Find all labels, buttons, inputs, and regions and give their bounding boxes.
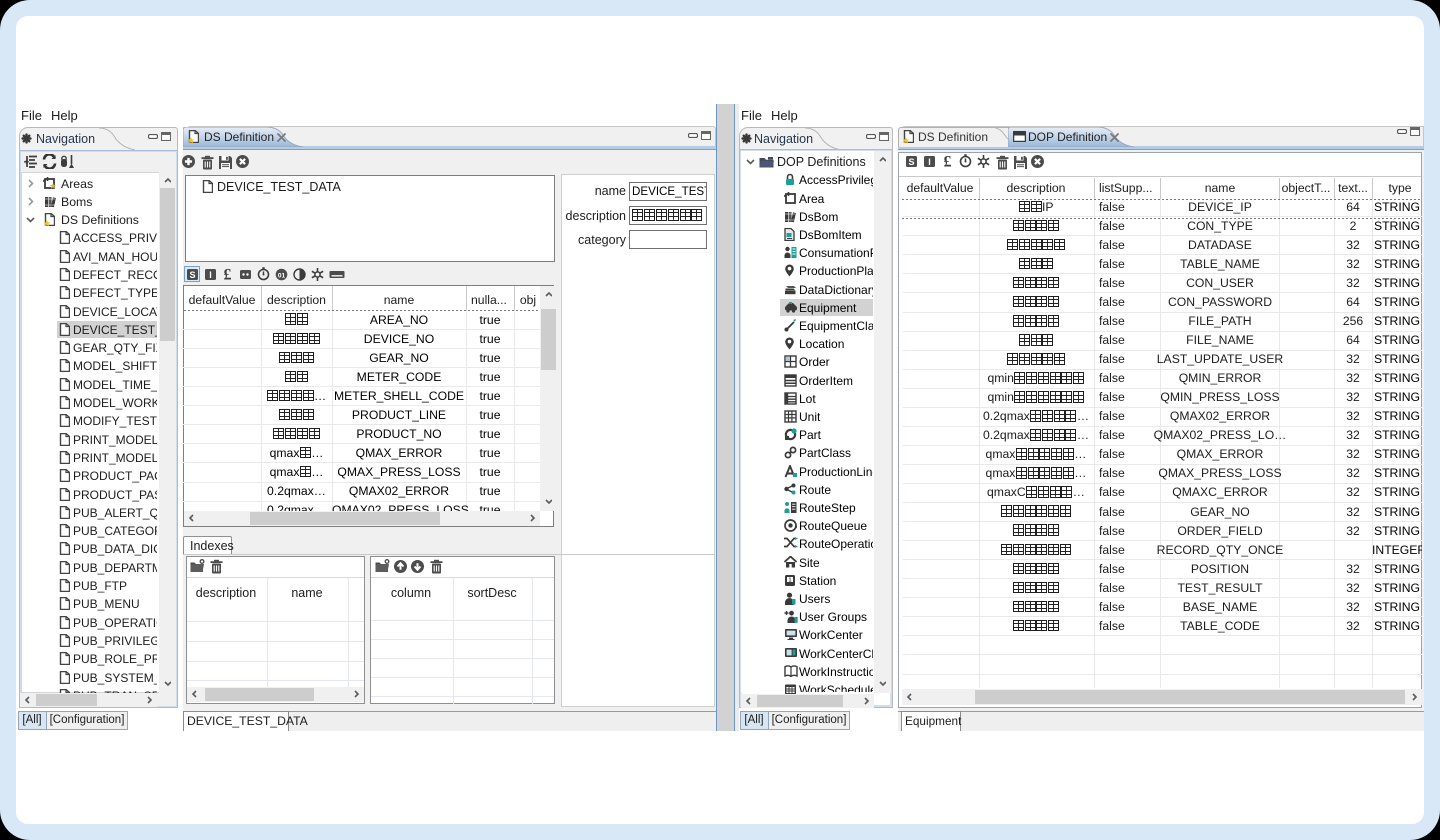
svg-text:S: S [189,270,195,280]
svg-text:I: I [209,270,212,280]
svg-text:1: 1 [789,577,792,583]
svg-text:I: I [928,157,931,167]
svg-text:£: £ [944,154,952,168]
svg-text:£: £ [224,267,232,281]
svg-text:S: S [908,157,914,167]
svg-text:01: 01 [278,272,286,279]
